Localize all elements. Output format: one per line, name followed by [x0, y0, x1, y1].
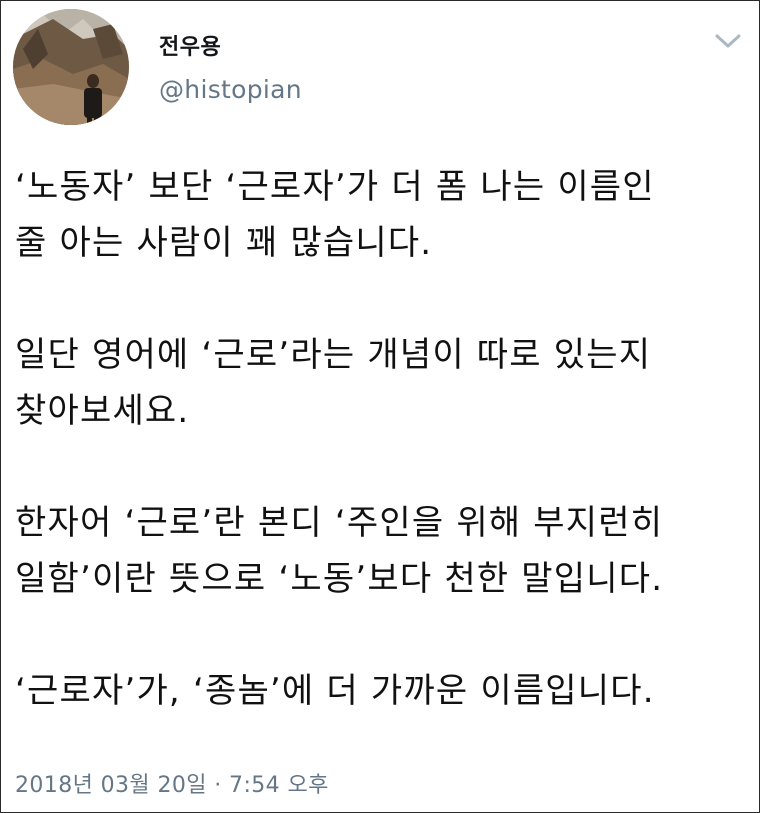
tweet-paragraph: 한자어 ‘근로’란 본디 ‘주인을 위해 부지런히 일함’이란 뜻으로 ‘노동’…	[15, 495, 750, 607]
tweet-line: 일함’이란 뜻으로 ‘노동’보다 천한 말입니다.	[15, 559, 664, 599]
tweet-text: ‘노동자’ 보단 ‘근로자’가 더 폼 나는 이름인 줄 아는 사람이 꽤 많습…	[15, 159, 750, 719]
tweet-line: 일단 영어에 ‘근로’라는 개념이 따로 있는지	[15, 335, 652, 375]
author-handle[interactable]: @histopian	[159, 75, 302, 104]
tweet-line: ‘근로자’가, ‘종놈’에 더 가까운 이름입니다.	[15, 671, 655, 711]
tweet-line: 줄 아는 사람이 꽤 많습니다.	[15, 223, 433, 263]
chevron-down-icon	[715, 34, 741, 48]
user-avatar[interactable]	[13, 9, 129, 125]
tweet-line: 찾아보세요.	[15, 391, 190, 431]
tweet-menu-button[interactable]	[713, 29, 743, 53]
tweet-paragraph: ‘근로자’가, ‘종놈’에 더 가까운 이름입니다.	[15, 663, 750, 719]
tweet-paragraph: 일단 영어에 ‘근로’라는 개념이 따로 있는지 찾아보세요.	[15, 327, 750, 439]
tweet-timestamp[interactable]: 2018년 03월 20일 · 7:54 오후	[15, 767, 329, 799]
avatar-photo-icon	[13, 9, 129, 125]
author-display-name[interactable]: 전우용	[159, 29, 221, 61]
tweet-card: 전우용 @histopian ‘노동자’ 보단 ‘근로자’가 더 폼 나는 이름…	[0, 0, 760, 813]
tweet-line: 한자어 ‘근로’란 본디 ‘주인을 위해 부지런히	[15, 503, 664, 543]
tweet-paragraph: ‘노동자’ 보단 ‘근로자’가 더 폼 나는 이름인 줄 아는 사람이 꽤 많습…	[15, 159, 750, 271]
tweet-line: ‘노동자’ 보단 ‘근로자’가 더 폼 나는 이름인	[15, 167, 655, 207]
